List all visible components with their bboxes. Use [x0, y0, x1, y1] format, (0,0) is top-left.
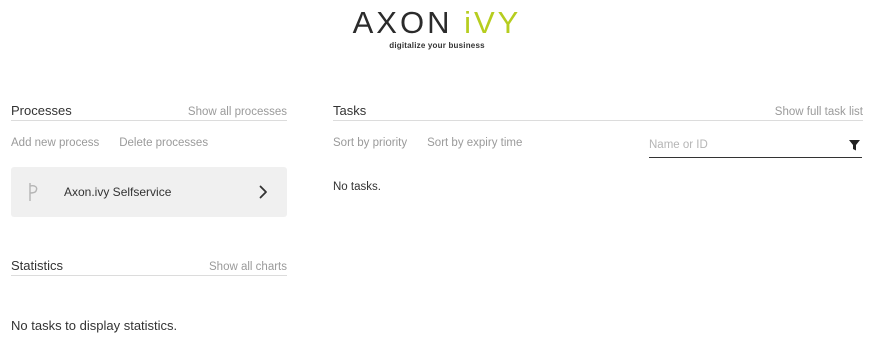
show-all-processes-link[interactable]: Show all processes — [188, 106, 287, 118]
logo-axon-text: AXON — [352, 5, 453, 40]
process-actions: Add new process Delete processes — [11, 137, 208, 149]
sort-by-expiry-link[interactable]: Sort by expiry time — [427, 137, 522, 149]
sort-by-priority-link[interactable]: Sort by priority — [333, 137, 407, 149]
delete-processes-link[interactable]: Delete processes — [119, 137, 208, 149]
task-filter-field — [649, 133, 862, 158]
process-item-label: Axon.ivy Selfservice — [64, 185, 172, 199]
process-item-axon-ivy-selfservice[interactable]: Axon.ivy Selfservice — [11, 167, 287, 217]
add-new-process-link[interactable]: Add new process — [11, 137, 99, 149]
tasks-title: Tasks — [333, 103, 367, 118]
logo-tagline: digitalize your business — [389, 41, 485, 50]
show-all-charts-link[interactable]: Show all charts — [209, 261, 287, 273]
axon-ivy-logo: AXON iVY digitalize your business — [0, 6, 874, 51]
tasks-header: Tasks Show full task list — [333, 103, 863, 121]
task-sort-options: Sort by priority Sort by expiry time — [333, 137, 522, 149]
no-statistics-message: No tasks to display statistics. — [11, 318, 178, 333]
statistics-title: Statistics — [11, 258, 64, 273]
show-full-task-list-link[interactable]: Show full task list — [775, 106, 863, 118]
no-tasks-message: No tasks. — [333, 181, 381, 193]
processes-header: Processes Show all processes — [11, 103, 287, 121]
logo-wordmark: AXON iVY — [0, 6, 874, 40]
statistics-header: Statistics Show all charts — [11, 258, 287, 276]
task-search-input[interactable] — [649, 139, 848, 151]
logo-ivy-text: iVY — [464, 5, 522, 40]
process-icon — [26, 182, 42, 202]
funnel-icon[interactable] — [848, 139, 860, 151]
processes-title: Processes — [11, 103, 72, 118]
chevron-right-icon — [257, 184, 269, 200]
